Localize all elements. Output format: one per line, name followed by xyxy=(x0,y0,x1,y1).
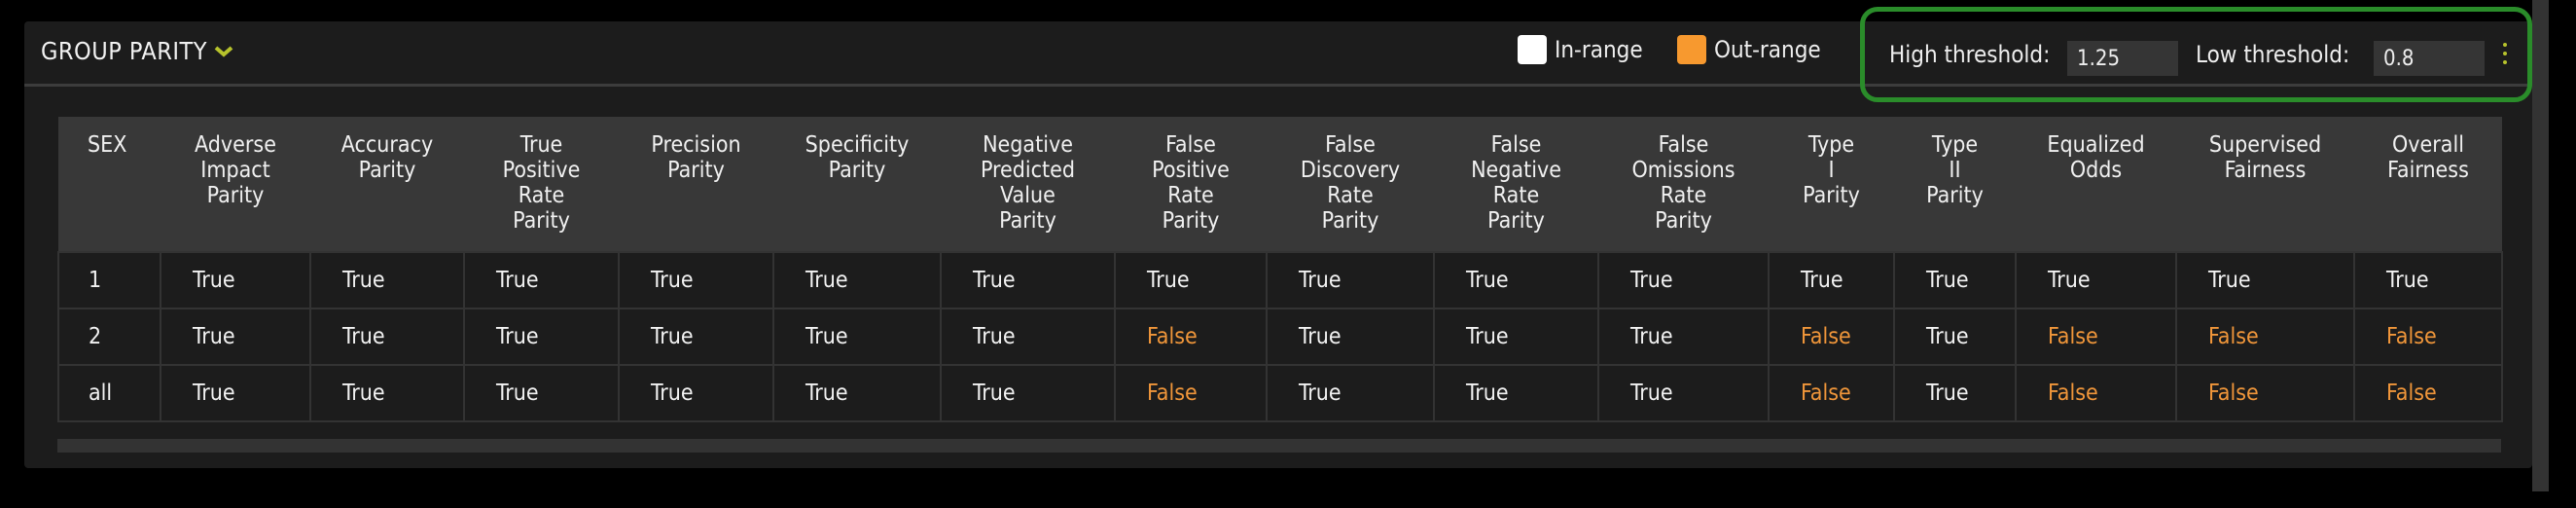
parity-cell: True xyxy=(1768,251,1895,309)
parity-cell: True xyxy=(1893,364,2017,422)
legend-label: In-range xyxy=(1555,36,1643,63)
legend-out-range: Out-range xyxy=(1677,35,1821,64)
parity-cell: True xyxy=(463,251,620,309)
in-range-swatch xyxy=(1518,35,1547,64)
parity-cell: True xyxy=(463,308,620,366)
parity-cell: True xyxy=(1114,251,1268,309)
column-header[interactable]: False Omissions Rate Parity xyxy=(1598,117,1769,252)
page-scrollbar[interactable] xyxy=(2532,0,2549,491)
parity-cell: True xyxy=(618,308,774,366)
parity-cell: True xyxy=(618,364,774,422)
parity-cell: False xyxy=(2175,308,2355,366)
parity-cell: True xyxy=(1597,364,1770,422)
parity-cell: True xyxy=(1433,308,1599,366)
low-threshold-label: Low threshold: xyxy=(2196,41,2350,68)
column-header[interactable]: True Positive Rate Parity xyxy=(464,117,619,252)
parity-cell: True xyxy=(772,364,942,422)
parity-cell: True xyxy=(618,251,774,309)
parity-cell: True xyxy=(2353,251,2503,309)
parity-cell: False xyxy=(1768,364,1895,422)
column-header[interactable]: Accuracy Parity xyxy=(310,117,464,252)
table-header-row: SEX Adverse Impact Parity Accuracy Parity True… xyxy=(58,117,2502,252)
parity-cell: True xyxy=(1597,251,1770,309)
high-threshold-input[interactable] xyxy=(2067,41,2178,76)
parity-cell: True xyxy=(309,364,465,422)
chevron-down-icon[interactable] xyxy=(213,41,234,62)
parity-cell: True xyxy=(940,364,1116,422)
parity-cell: False xyxy=(2015,308,2177,366)
parity-cell: True xyxy=(1893,251,2017,309)
parity-cell: True xyxy=(940,251,1116,309)
parity-cell: True xyxy=(309,308,465,366)
low-threshold-input[interactable] xyxy=(2374,41,2485,76)
parity-cell: False xyxy=(2353,364,2503,422)
group-cell: 1 xyxy=(57,251,161,309)
parity-cell: True xyxy=(940,308,1116,366)
table-horizontal-scrollbar[interactable] xyxy=(57,439,2501,453)
parity-cell: True xyxy=(160,251,311,309)
column-header[interactable]: False Discovery Rate Parity xyxy=(1267,117,1434,252)
column-header[interactable]: Overall Fairness xyxy=(2354,117,2502,252)
parity-cell: True xyxy=(1597,308,1770,366)
table-row: all True True True True True True False True True… xyxy=(57,364,2503,422)
table-row: 1 True True True True True True True True True Tru… xyxy=(57,251,2503,309)
parity-cell: True xyxy=(772,308,942,366)
legend-label: Out-range xyxy=(1714,36,1821,63)
parity-cell: False xyxy=(1114,308,1268,366)
legend-in-range: In-range xyxy=(1518,35,1643,64)
column-header[interactable]: SEX xyxy=(58,117,161,252)
column-header[interactable]: Equalized Odds xyxy=(2016,117,2176,252)
column-header[interactable]: Specificity Parity xyxy=(773,117,941,252)
parity-cell: True xyxy=(1893,308,2017,366)
column-header[interactable]: Precision Parity xyxy=(619,117,773,252)
parity-cell: False xyxy=(2175,364,2355,422)
parity-cell: True xyxy=(309,251,465,309)
column-header[interactable]: Negative Predicted Value Parity xyxy=(941,117,1115,252)
panel-title[interactable]: GROUP PARITY xyxy=(41,37,234,65)
parity-cell: True xyxy=(160,364,311,422)
column-header[interactable]: False Negative Rate Parity xyxy=(1434,117,1598,252)
parity-cell: True xyxy=(772,251,942,309)
group-cell: 2 xyxy=(57,308,161,366)
group-cell: all xyxy=(57,364,161,422)
parity-table: SEX Adverse Impact Parity Accuracy Parity True… xyxy=(57,117,2503,422)
high-threshold-label: High threshold: xyxy=(1889,41,2051,68)
column-header[interactable]: Type II Parity xyxy=(1894,117,2016,252)
table-row: 2 True True True True True True False True True Tr… xyxy=(57,308,2503,366)
parity-cell: False xyxy=(2353,308,2503,366)
column-header[interactable]: Adverse Impact Parity xyxy=(161,117,310,252)
parity-cell: True xyxy=(1266,364,1435,422)
parity-cell: True xyxy=(1266,251,1435,309)
parity-cell: True xyxy=(463,364,620,422)
column-header[interactable]: False Positive Rate Parity xyxy=(1115,117,1267,252)
parity-cell: True xyxy=(1433,251,1599,309)
parity-cell: True xyxy=(1266,308,1435,366)
more-options-icon[interactable] xyxy=(2500,43,2510,64)
parity-cell: True xyxy=(160,308,311,366)
panel-header: GROUP PARITY In-range Out-range High thr… xyxy=(24,21,2532,87)
parity-cell: True xyxy=(2175,251,2355,309)
group-parity-panel: GROUP PARITY In-range Out-range High thr… xyxy=(24,21,2532,468)
parity-cell: True xyxy=(1433,364,1599,422)
panel-title-text: GROUP PARITY xyxy=(41,37,207,65)
parity-cell: False xyxy=(2015,364,2177,422)
column-header[interactable]: Type I Parity xyxy=(1769,117,1894,252)
parity-cell: True xyxy=(2015,251,2177,309)
out-range-swatch xyxy=(1677,35,1706,64)
parity-cell: False xyxy=(1768,308,1895,366)
parity-cell: False xyxy=(1114,364,1268,422)
column-header[interactable]: Supervised Fairness xyxy=(2176,117,2354,252)
